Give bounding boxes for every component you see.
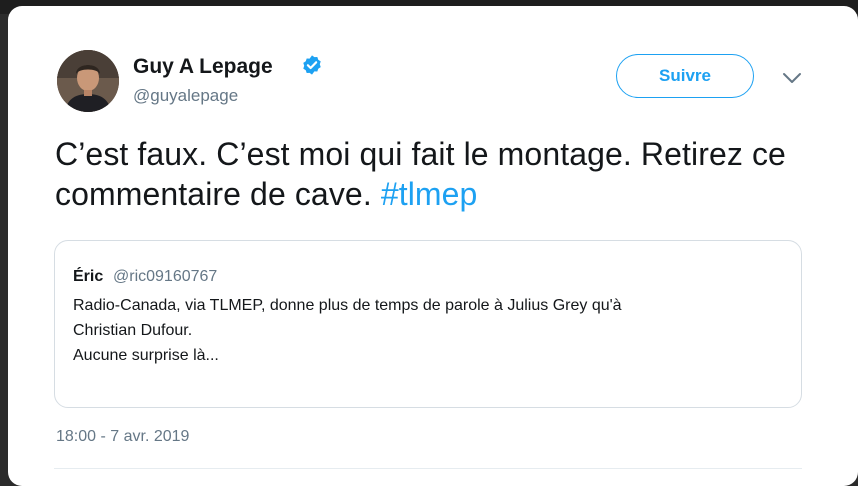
- verified-badge-icon: [303, 55, 321, 75]
- hashtag-link[interactable]: #tlmep: [381, 176, 478, 212]
- quoted-tweet-text: Radio-Canada, via TLMEP, donne plus de t…: [73, 293, 773, 368]
- quoted-author-handle: @ric09160767: [113, 268, 218, 285]
- chevron-down-icon[interactable]: [781, 70, 803, 86]
- quoted-text-line: Aucune surprise là...: [73, 347, 219, 364]
- quoted-text-line: Christian Dufour.: [73, 322, 193, 339]
- quoted-author-name: Éric: [73, 268, 104, 285]
- follow-button[interactable]: Suivre: [616, 54, 754, 98]
- tweet-text: C’est faux. C’est moi qui fait le montag…: [55, 134, 815, 214]
- divider: [54, 468, 802, 469]
- avatar-image: [57, 50, 119, 112]
- tweet-timestamp[interactable]: 18:00 - 7 avr. 2019: [56, 428, 189, 446]
- author-display-name[interactable]: Guy A Lepage: [133, 55, 273, 79]
- tweet-card: Guy A Lepage @guyalepage Suivre C’est fa…: [8, 6, 858, 486]
- avatar[interactable]: [57, 50, 119, 112]
- author-handle[interactable]: @guyalepage: [133, 86, 238, 106]
- quoted-tweet[interactable]: Éric @ric09160767 Radio-Canada, via TLME…: [54, 240, 802, 408]
- quoted-text-line: Radio-Canada, via TLMEP, donne plus de t…: [73, 297, 622, 314]
